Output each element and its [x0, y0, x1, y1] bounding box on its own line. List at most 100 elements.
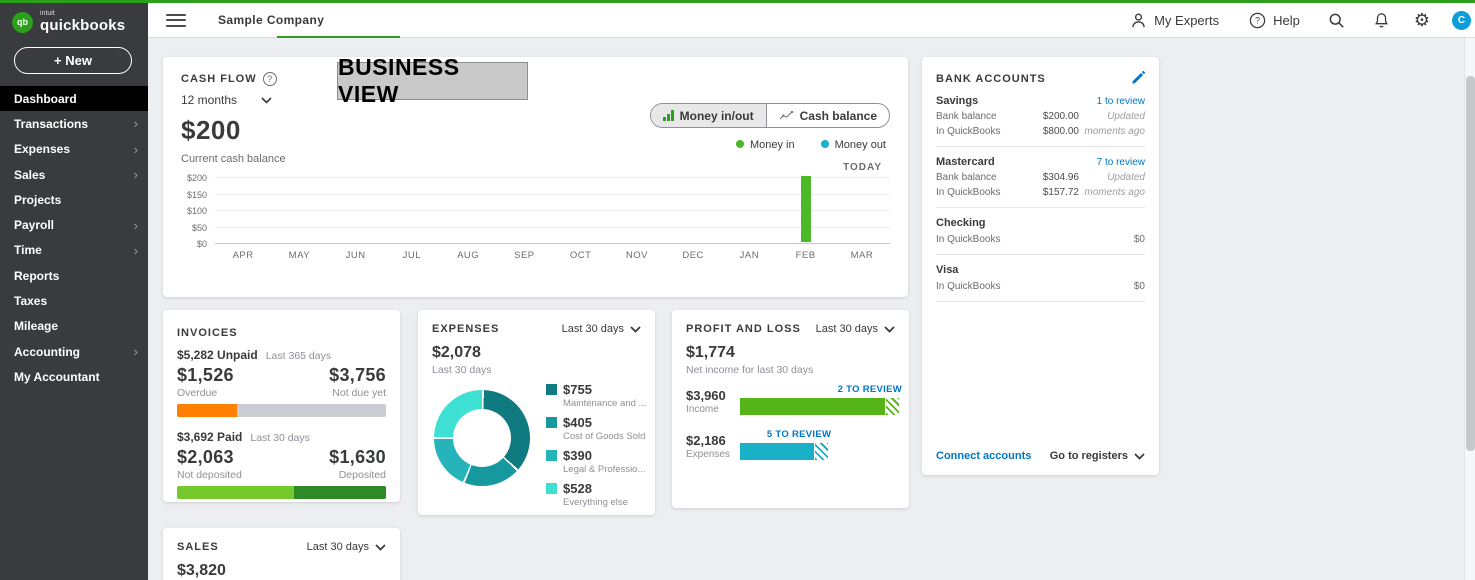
quickbooks-logo[interactable]: qb intuit quickbooks	[0, 0, 148, 38]
cash-flow-help-icon[interactable]: ?	[263, 72, 277, 86]
sales-amount: $3,820	[177, 562, 386, 580]
invoices-title: INVOICES	[177, 327, 238, 339]
y-tick: $50	[192, 223, 207, 233]
money-in-dot	[736, 140, 744, 148]
quickbooks-dashboard: qb intuit quickbooks + New Dashboard Tra…	[0, 0, 1475, 580]
chevron-right-icon: ›	[134, 243, 138, 258]
cash-balance-tab[interactable]: Cash balance	[767, 104, 889, 127]
mastercard-review-link[interactable]: 7 to review	[1097, 157, 1145, 168]
expenses-legend: $755 Maintenance and ... $405 Cost of Go…	[546, 382, 646, 514]
legend-swatch	[546, 450, 557, 461]
search-icon[interactable]	[1328, 12, 1345, 29]
expenses-title: EXPENSES	[432, 323, 499, 335]
sidebar-item-time[interactable]: Time›	[0, 238, 148, 263]
connect-accounts-link[interactable]: Connect accounts	[936, 450, 1031, 462]
chevron-right-icon: ›	[134, 344, 138, 359]
expenses-donut-chart[interactable]	[434, 390, 530, 486]
company-name: Sample Company	[218, 13, 324, 27]
user-avatar[interactable]: C	[1452, 11, 1471, 30]
person-icon	[1130, 12, 1147, 29]
bank-account-checking: Checking In QuickBooks$0	[936, 217, 1145, 245]
svg-text:?: ?	[1255, 15, 1260, 25]
not-deposited-amount: $2,063	[177, 447, 234, 468]
bar-chart-icon	[663, 110, 674, 121]
savings-review-link[interactable]: 1 to review	[1097, 96, 1145, 107]
expenses-period-dropdown[interactable]: Last 30 days	[562, 323, 641, 335]
go-to-registers-dropdown[interactable]: Go to registers	[1050, 450, 1145, 462]
business-view-label: BUSINESS VIEW	[337, 62, 528, 100]
income-bar[interactable]	[740, 398, 902, 415]
chevron-down-icon	[375, 544, 386, 551]
chevron-down-icon	[1134, 453, 1145, 460]
profit-loss-title: PROFIT AND LOSS	[686, 323, 801, 335]
my-experts-button[interactable]: My Experts	[1130, 12, 1219, 29]
legend-swatch	[546, 384, 557, 395]
paid-bar-not-deposited	[177, 486, 294, 499]
sidebar-item-mileage[interactable]: Mileage	[0, 314, 148, 339]
sidebar-item-reports[interactable]: Reports	[0, 263, 148, 288]
chevron-right-icon: ›	[134, 167, 138, 182]
chevron-down-icon	[630, 326, 641, 333]
sidebar-item-payroll[interactable]: Payroll›	[0, 212, 148, 237]
vertical-scrollbar[interactable]	[1464, 38, 1475, 580]
notifications-bell-icon[interactable]	[1373, 12, 1390, 29]
unpaid-invoices-bar[interactable]	[177, 404, 386, 417]
today-label: TODAY	[843, 162, 882, 173]
chevron-right-icon: ›	[134, 142, 138, 157]
sidebar-item-accounting[interactable]: Accounting›	[0, 339, 148, 364]
expenses-review-link[interactable]: 5 TO REVIEW	[740, 429, 831, 440]
settings-gear-icon[interactable]: ⚙	[1414, 11, 1430, 29]
chevron-right-icon: ›	[134, 218, 138, 233]
line-chart-icon	[779, 110, 794, 121]
y-tick: $100	[187, 206, 207, 216]
bank-accounts-card: BANK ACCOUNTS Savings 1 to review Bank b…	[922, 57, 1159, 475]
paid-invoices-bar[interactable]	[177, 486, 386, 499]
legend-swatch	[546, 483, 557, 494]
profit-loss-period-dropdown[interactable]: Last 30 days	[816, 323, 895, 335]
sales-card: SALES Last 30 days $3,820 Last 30 days	[163, 528, 400, 580]
sidebar-item-expenses[interactable]: Expenses›	[0, 137, 148, 162]
edit-pencil-icon[interactable]	[1130, 71, 1145, 86]
bank-account-savings: Savings 1 to review Bank balance$200.00U…	[936, 95, 1145, 137]
header-green-underline	[277, 36, 400, 38]
sales-title: SALES	[177, 541, 219, 553]
help-icon: ?	[1249, 12, 1266, 29]
sidebar-item-dashboard[interactable]: Dashboard	[0, 86, 148, 111]
hamburger-menu-icon[interactable]	[166, 14, 186, 27]
money-in-out-tab[interactable]: Money in/out	[651, 104, 767, 127]
sidebar: qb intuit quickbooks + New Dashboard Tra…	[0, 0, 148, 580]
sidebar-item-transactions[interactable]: Transactions›	[0, 111, 148, 136]
y-tick: $150	[187, 190, 207, 200]
profit-and-loss-card: PROFIT AND LOSS Last 30 days $1,774 Net …	[672, 310, 909, 508]
help-button[interactable]: ? Help	[1249, 12, 1300, 29]
new-button[interactable]: + New	[14, 47, 132, 74]
sidebar-item-taxes[interactable]: Taxes	[0, 288, 148, 313]
legend-swatch	[546, 417, 557, 428]
sidebar-item-projects[interactable]: Projects	[0, 187, 148, 212]
sidebar-nav: Dashboard Transactions› Expenses› Sales›…	[0, 86, 148, 390]
top-header: Sample Company My Experts ? Help ⚙ C	[148, 3, 1475, 37]
scrollbar-thumb[interactable]	[1466, 76, 1475, 451]
sales-period-dropdown[interactable]: Last 30 days	[307, 541, 386, 553]
cash-balance-label: Current cash balance	[181, 153, 890, 165]
income-review-link[interactable]: 2 TO REVIEW	[740, 384, 902, 395]
chevron-down-icon	[261, 97, 272, 104]
net-income-amount: $1,774	[686, 344, 895, 362]
sidebar-item-sales[interactable]: Sales›	[0, 162, 148, 187]
cash-flow-title: CASH FLOW	[181, 73, 257, 85]
chevron-right-icon: ›	[134, 116, 138, 131]
cash-flow-plot	[215, 177, 890, 243]
expenses-bar[interactable]	[740, 443, 895, 460]
x-axis-labels: APRMAYJUNJULAUGSEPOCTNOVDECJANFEBMAR	[215, 250, 890, 261]
expenses-amount-pnl: $2,186	[686, 433, 736, 448]
sidebar-item-my-accountant[interactable]: My Accountant	[0, 364, 148, 389]
y-tick: $0	[197, 239, 207, 249]
cash-flow-view-toggle: Money in/out Cash balance	[650, 103, 890, 128]
expenses-amount: $2,078	[432, 344, 641, 362]
not-due-amount: $3,756	[329, 365, 386, 386]
expenses-card: EXPENSES Last 30 days $2,078 Last 30 day…	[418, 310, 655, 515]
y-tick: $200	[187, 173, 207, 183]
overdue-amount: $1,526	[177, 365, 234, 386]
qb-logo-icon: qb	[12, 12, 33, 33]
bank-account-mastercard: Mastercard 7 to review Bank balance$304.…	[936, 156, 1145, 198]
